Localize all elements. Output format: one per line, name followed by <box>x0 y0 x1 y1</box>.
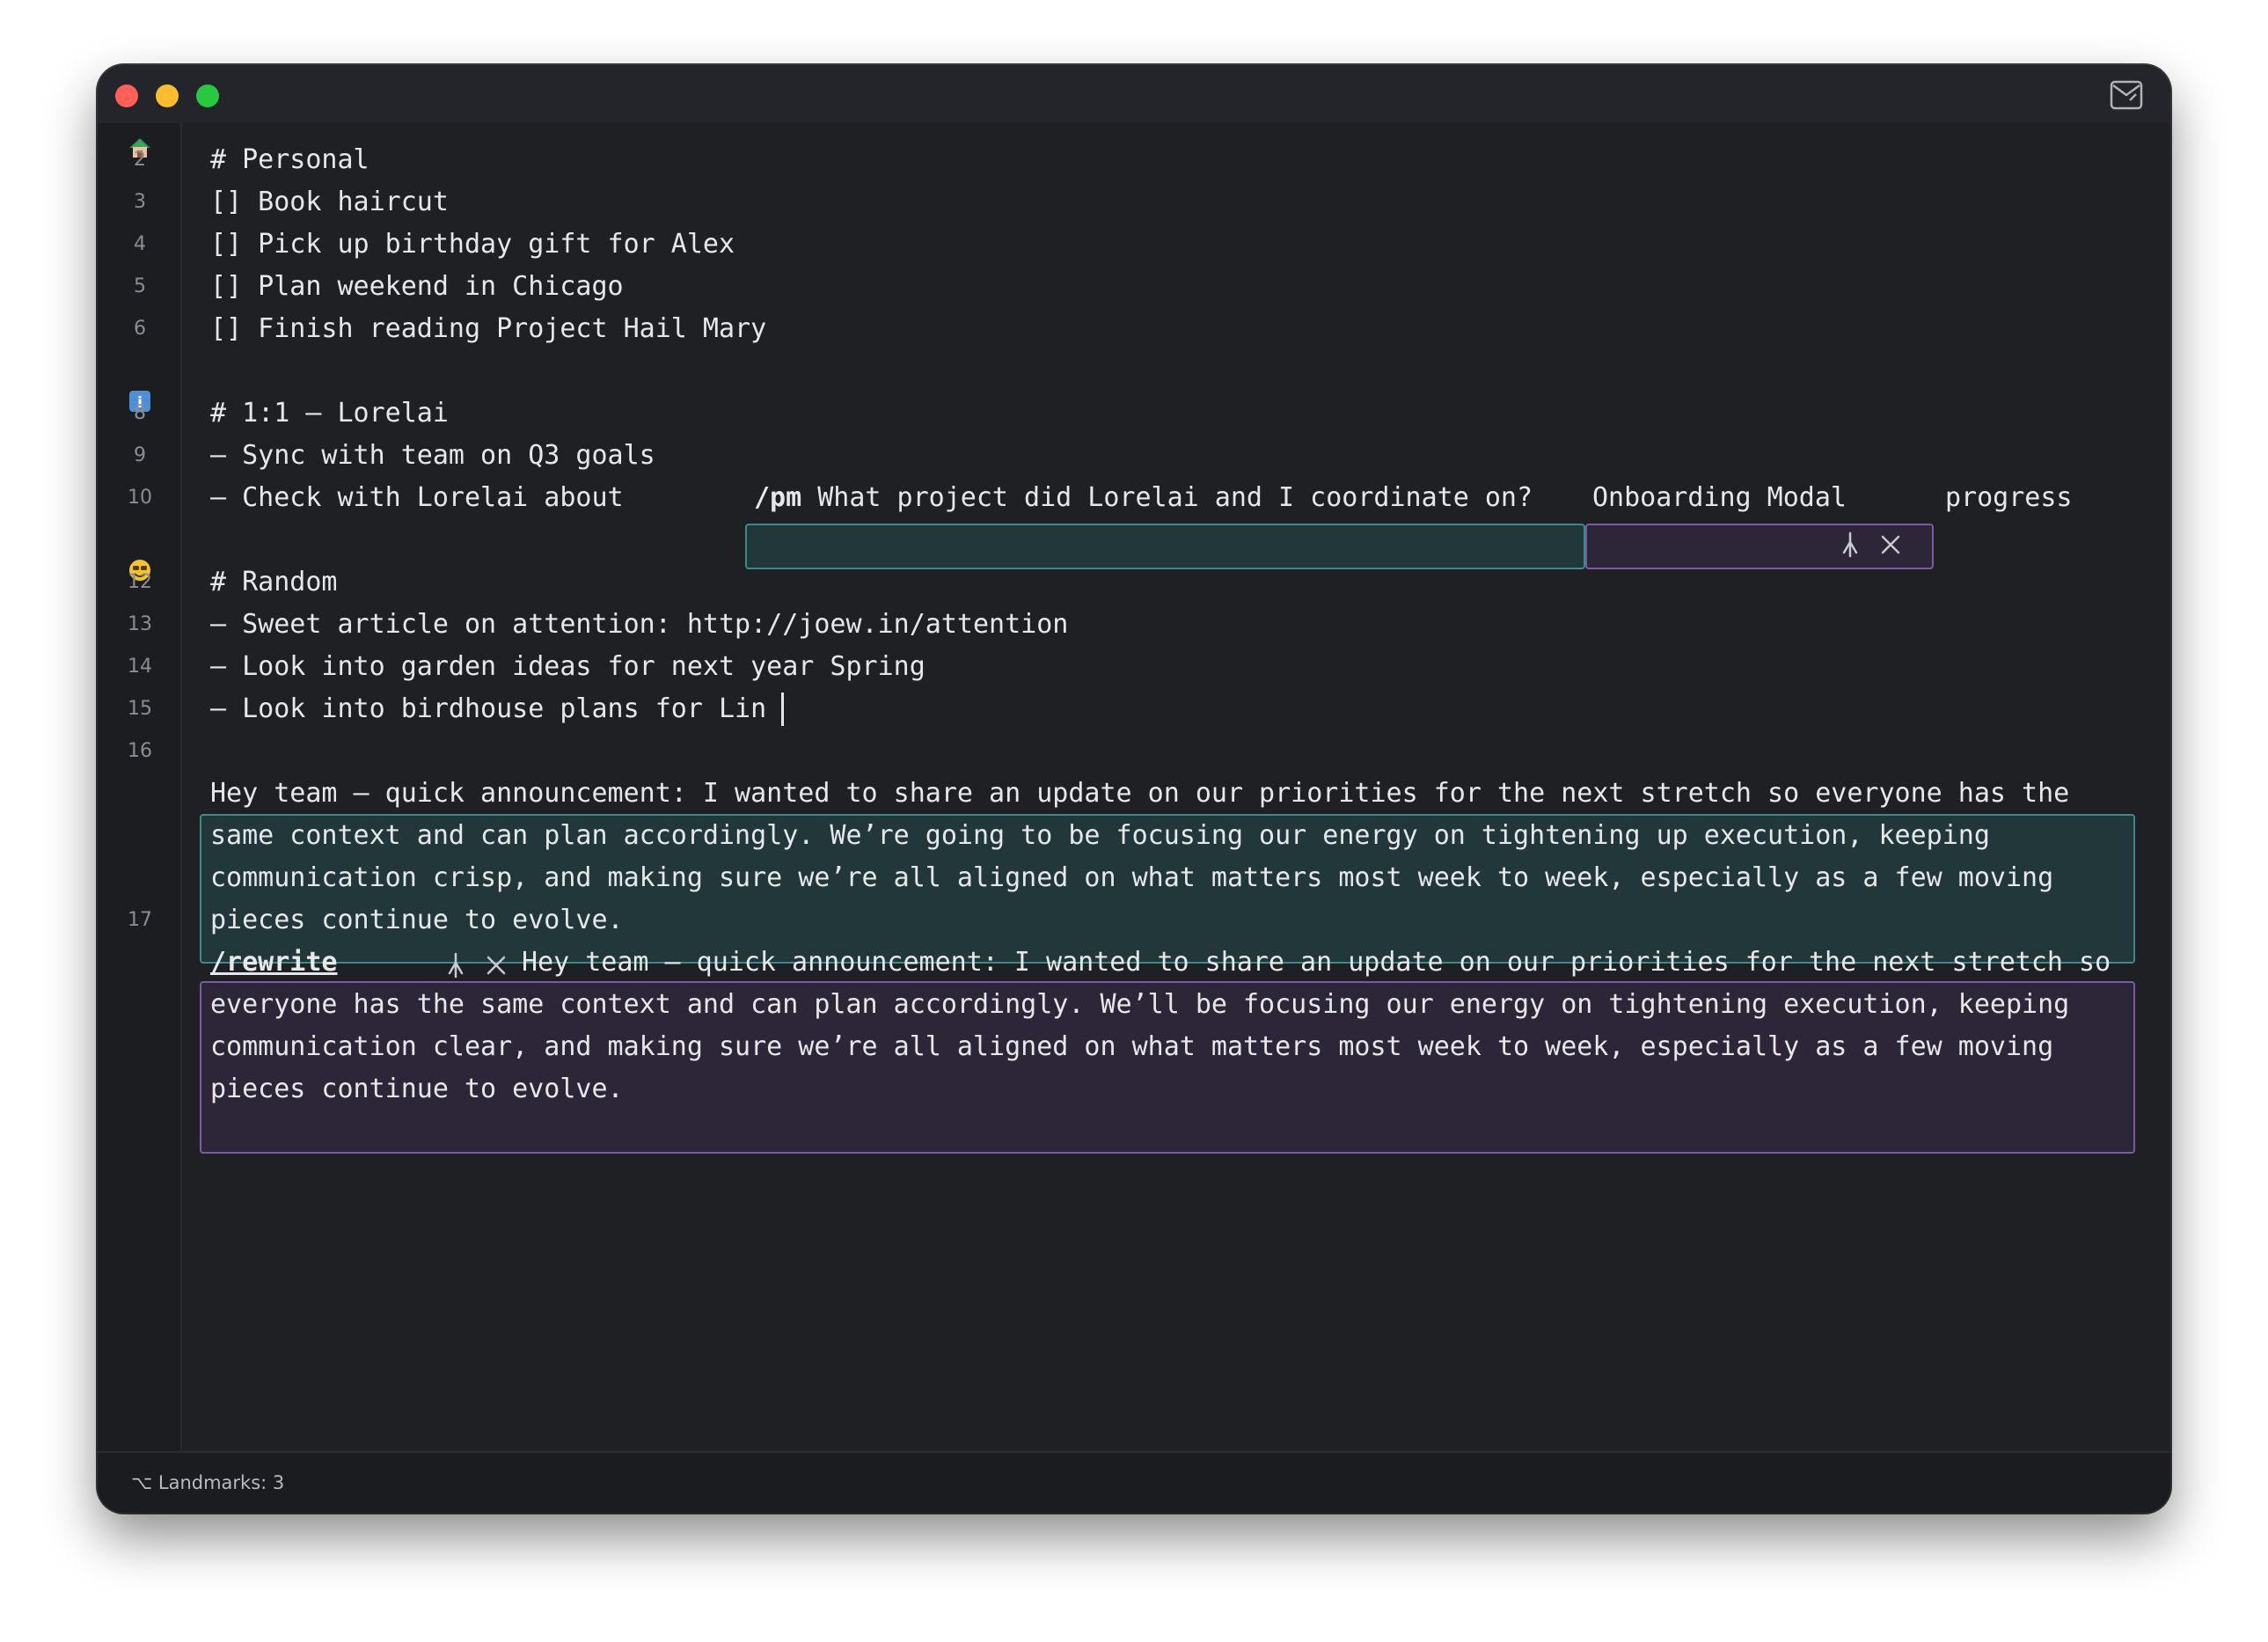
line-number: 15 <box>128 698 152 720</box>
app-window: 2 3 4 5 6 i 8 9 10 12 13 14 15 16 17 # P… <box>98 65 2170 1513</box>
announcement-line: pieces continue to evolve. <box>210 905 624 935</box>
todo-line[interactable]: [] Book haircut <box>210 181 449 224</box>
bullet-line[interactable]: – Look into birdhouse plans for Lin <box>210 688 766 730</box>
text-editor[interactable]: # Personal [] Book haircut [] Pick up bi… <box>182 123 2170 1451</box>
line-number: 4 <box>134 233 146 255</box>
pm-query: What project did Lorelai and I coordinat… <box>801 482 1533 513</box>
heading-line[interactable]: # Random <box>210 561 338 604</box>
line-number: 16 <box>128 740 152 762</box>
minimize-button[interactable] <box>156 84 179 107</box>
heading-line[interactable]: # 1:1 – Lorelai <box>210 392 449 435</box>
pm-result: Onboarding Modal <box>1592 482 1847 513</box>
line-number: 3 <box>134 191 146 213</box>
landmarks-count[interactable]: Landmarks: 3 <box>158 1472 284 1493</box>
rewrite-line: communication clear, and making sure we’… <box>210 1031 2054 1062</box>
pm-command: /pm <box>754 482 802 513</box>
status-bar: ⌥ Landmarks: 3 <box>98 1451 2170 1513</box>
todo-line[interactable]: [] Pick up birthday gift for Alex <box>210 224 735 266</box>
maximize-button[interactable] <box>196 84 219 107</box>
line-number: 2 <box>134 149 146 171</box>
titlebar <box>98 65 2170 123</box>
line-number: 17 <box>128 909 152 931</box>
bullet-line-suffix[interactable]: progress <box>1945 477 2073 519</box>
line-number: 6 <box>134 318 146 340</box>
pm-command-box[interactable] <box>745 524 1585 569</box>
line-number: 10 <box>128 487 152 509</box>
close-icon[interactable] <box>485 954 508 977</box>
announcement-line: communication crisp, and making sure we’… <box>210 862 2054 893</box>
accept-icon[interactable] <box>444 950 467 980</box>
rewrite-line: pieces continue to evolve. <box>210 1074 624 1104</box>
pm-command-line[interactable]: /pm What project did Lorelai and I coord… <box>754 477 1533 519</box>
close-icon[interactable] <box>1879 533 1902 556</box>
line-number: 9 <box>134 444 146 466</box>
line-number: 5 <box>134 275 146 297</box>
line-gutter: 2 3 4 5 6 i 8 9 10 12 13 14 15 16 17 <box>98 123 182 1451</box>
sidebar-toggle-icon[interactable] <box>2109 77 2144 113</box>
rewrite-line: Hey team — quick announcement: I wanted … <box>522 947 2111 978</box>
rewrite-line: everyone has the same context and can pl… <box>210 989 2070 1020</box>
bullet-line[interactable]: – Check with Lorelai about <box>210 477 640 519</box>
todo-line[interactable]: [] Finish reading Project Hail Mary <box>210 308 766 350</box>
todo-line[interactable]: [] Plan weekend in Chicago <box>210 266 624 308</box>
option-key-icon: ⌥ <box>131 1472 153 1493</box>
bullet-line[interactable]: – Sweet article on attention: http://joe… <box>210 604 1068 646</box>
line-number: 8 <box>134 402 146 424</box>
line-number: 14 <box>128 656 152 678</box>
heading-line[interactable]: # Personal <box>210 139 369 181</box>
close-button[interactable] <box>115 84 138 107</box>
line-number: 13 <box>128 613 152 635</box>
announcement-line: same context and can plan accordingly. W… <box>210 820 1990 851</box>
accept-icon[interactable] <box>1839 530 1862 560</box>
announcement-line: Hey team — quick announcement: I wanted … <box>210 778 2070 809</box>
bullet-line[interactable]: – Sync with team on Q3 goals <box>210 435 655 477</box>
bullet-line[interactable]: – Look into garden ideas for next year S… <box>210 646 925 688</box>
text-caret <box>781 693 784 726</box>
rewrite-command[interactable]: /rewrite <box>210 942 338 984</box>
line-number: 12 <box>128 571 152 593</box>
